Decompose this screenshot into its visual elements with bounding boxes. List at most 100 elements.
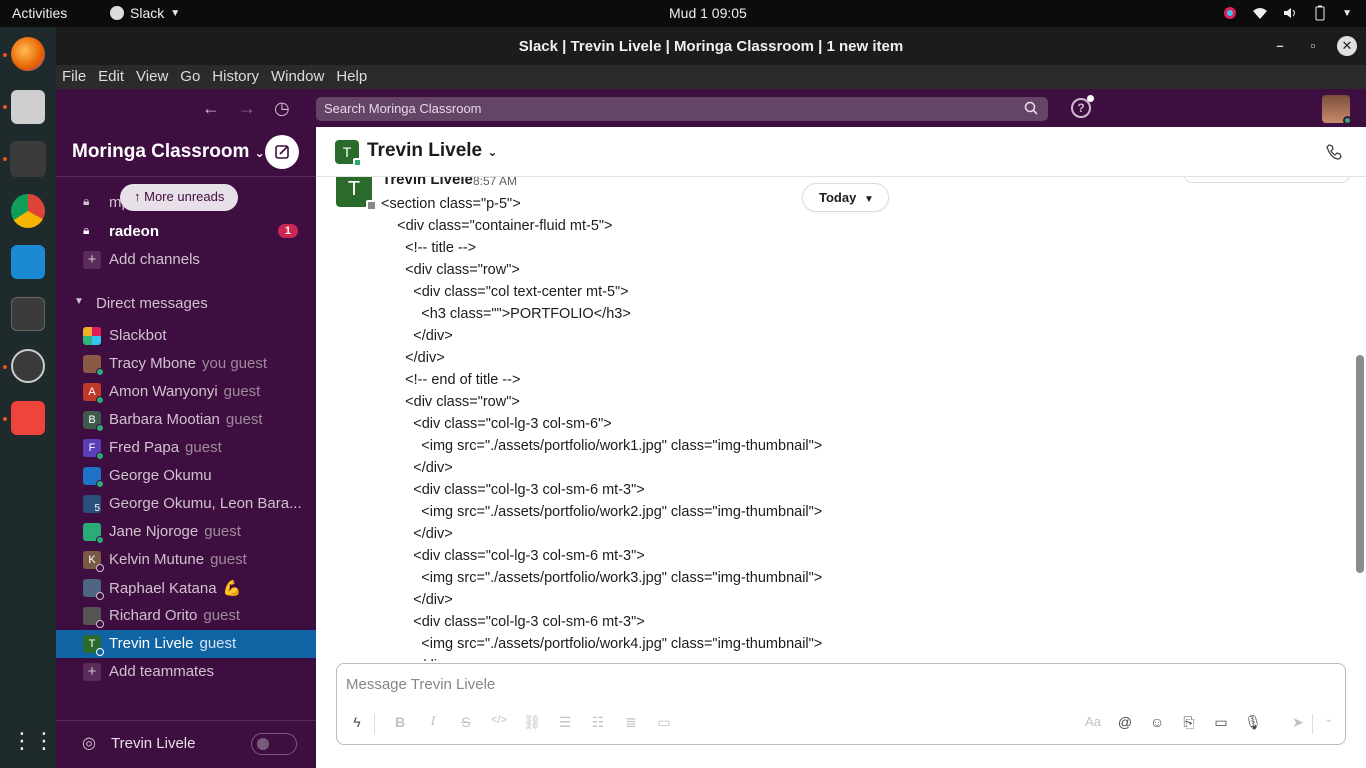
- huddle-name: Trevin Livele: [111, 735, 196, 752]
- software-center-icon[interactable]: [11, 349, 45, 383]
- code-line: <h3 class="">PORTFOLIO</h3>: [381, 306, 631, 322]
- date-divider-label: Today: [819, 190, 857, 205]
- date-divider-button[interactable]: Today ▼: [802, 183, 889, 212]
- app-menu[interactable]: Slack ▼: [110, 5, 180, 21]
- slack-dock-icon[interactable]: [10, 141, 46, 177]
- chevron-down-icon[interactable]: ⌄: [1319, 714, 1339, 725]
- message-time[interactable]: 8:57 AM: [473, 177, 517, 188]
- search-bar[interactable]: Search Moringa Classroom: [316, 97, 1048, 121]
- clock[interactable]: Mud 1 09:05: [669, 5, 747, 21]
- forward-arrow-icon[interactable]: →: [238, 98, 256, 119]
- code-icon[interactable]: </>: [489, 714, 509, 726]
- channel-item-radeon[interactable]: 🔒︎ radeon 1: [56, 218, 316, 246]
- compose-button[interactable]: [265, 135, 299, 169]
- vscode-icon[interactable]: [11, 245, 45, 279]
- terminal-icon[interactable]: [11, 297, 45, 331]
- user-avatar[interactable]: [1322, 95, 1352, 125]
- blockquote-icon[interactable]: ≣: [621, 714, 641, 731]
- more-unreads-button[interactable]: ↑ More unreads: [120, 184, 239, 211]
- compose-icon: [275, 145, 289, 159]
- menu-edit[interactable]: Edit: [92, 65, 130, 89]
- running-indicator: [3, 365, 7, 369]
- shortcuts-icon[interactable]: ϟ: [347, 714, 367, 730]
- code-line: <!-- title -->: [381, 240, 477, 256]
- dm-name: Slackbot: [109, 327, 167, 344]
- close-button[interactable]: ✕: [1337, 36, 1357, 56]
- dm-item-group[interactable]: 5 George Okumu, Leon Bara...: [56, 490, 316, 518]
- phone-icon[interactable]: [1324, 142, 1344, 162]
- menu-window[interactable]: Window: [265, 65, 330, 89]
- slack-tray-icon[interactable]: [1222, 5, 1238, 21]
- chrome-icon[interactable]: [11, 194, 45, 228]
- dm-section-header[interactable]: ▼ Direct messages: [56, 290, 316, 318]
- scrollbar[interactable]: [1356, 355, 1364, 573]
- ordered-list-icon[interactable]: ☰: [555, 714, 575, 731]
- message-composer[interactable]: Message Trevin Livele ϟ B I S </> ⛓︎ ☰ ☷…: [336, 663, 1346, 745]
- maximize-button[interactable]: ▫: [1303, 36, 1323, 56]
- menu-bar: File Edit View Go History Window Help: [56, 65, 1366, 89]
- message-list: T Trevin Livele 8:57 AM <section class="…: [316, 177, 1366, 661]
- system-tray[interactable]: ▼: [1222, 5, 1352, 21]
- dm-item-richard-orito[interactable]: Richard Orito guest: [56, 602, 316, 630]
- message-avatar[interactable]: T: [336, 177, 377, 211]
- code-block-icon[interactable]: ▭: [654, 714, 674, 731]
- help-icon[interactable]: ?: [1071, 95, 1094, 118]
- menu-view[interactable]: View: [130, 65, 174, 89]
- italic-icon[interactable]: I: [423, 714, 443, 730]
- dm-item-amon-wanyonyi[interactable]: A Amon Wanyonyi guest: [56, 378, 316, 406]
- dm-item-barbara-mootian[interactable]: B Barbara Mootian guest: [56, 406, 316, 434]
- video-icon[interactable]: ▭: [1211, 714, 1231, 731]
- workspace-menu[interactable]: Moringa Classroom ⌄: [72, 141, 265, 163]
- slack-icon: [110, 6, 124, 20]
- menu-go[interactable]: Go: [174, 65, 206, 89]
- headphones-icon: ◎: [82, 735, 96, 752]
- anydesk-icon[interactable]: [11, 401, 45, 435]
- channel-name-button[interactable]: Trevin Livele ⌄: [367, 140, 497, 162]
- show-apps-icon[interactable]: ⋮⋮: [11, 724, 55, 758]
- microphone-icon[interactable]: 🎙︎: [1243, 714, 1263, 731]
- files-icon[interactable]: [11, 90, 45, 124]
- dm-item-tracy-mbone[interactable]: Tracy Mbone you guest: [56, 350, 316, 378]
- menu-help[interactable]: Help: [330, 65, 373, 89]
- avatar: F: [83, 439, 104, 460]
- mention-icon[interactable]: @: [1115, 714, 1135, 730]
- back-arrow-icon[interactable]: ←: [202, 98, 220, 119]
- link-icon[interactable]: ⛓︎: [522, 714, 542, 731]
- unread-badge: 1: [277, 224, 298, 238]
- more-unreads-label: More unreads: [144, 189, 225, 204]
- avatar: A: [83, 383, 104, 404]
- emoji-icon[interactable]: ☺: [1147, 714, 1167, 730]
- strikethrough-icon[interactable]: S: [456, 714, 476, 730]
- dm-item-jane-njoroge[interactable]: Jane Njoroge guest: [56, 518, 316, 546]
- menu-history[interactable]: History: [206, 65, 265, 89]
- activities-button[interactable]: Activities: [12, 5, 67, 21]
- dm-item-fred-papa[interactable]: F Fred Papa guest: [56, 434, 316, 462]
- firefox-icon[interactable]: [11, 37, 45, 71]
- formatting-icon[interactable]: Aa: [1083, 714, 1103, 729]
- menu-file[interactable]: File: [56, 65, 92, 89]
- dm-name: Kelvin Mutune: [109, 551, 205, 568]
- message-author[interactable]: Trevin Livele: [382, 177, 473, 188]
- window-titlebar[interactable]: Slack | Trevin Livele | Moringa Classroo…: [56, 27, 1366, 65]
- attachment-icon[interactable]: ⎘: [1179, 714, 1199, 731]
- history-icon[interactable]: ◷: [274, 98, 290, 119]
- dm-item-raphael-katana[interactable]: Raphael Katana 💪: [56, 574, 316, 602]
- os-top-bar: Activities Slack ▼ Mud 1 09:05 ▼: [0, 0, 1366, 27]
- dm-item-slackbot[interactable]: Slackbot: [56, 322, 316, 350]
- add-teammates-button[interactable]: + Add teammates: [56, 658, 316, 686]
- presence-dot: [366, 200, 377, 211]
- dm-item-george-okumu[interactable]: George Okumu: [56, 462, 316, 490]
- add-channels-button[interactable]: + Add channels: [56, 246, 316, 274]
- bulleted-list-icon[interactable]: ☷: [588, 714, 608, 731]
- huddle-toggle[interactable]: [251, 733, 297, 755]
- minimize-button[interactable]: –: [1270, 36, 1290, 56]
- bold-icon[interactable]: B: [390, 714, 410, 730]
- dm-item-kelvin-mutune[interactable]: K Kelvin Mutune guest: [56, 546, 316, 574]
- running-indicator: [3, 105, 7, 109]
- chevron-down-icon: ▼: [863, 194, 874, 205]
- presence-dot: [1343, 116, 1352, 125]
- dm-name: Jane Njoroge: [109, 523, 199, 540]
- code-line: <section class="p-5">: [381, 196, 521, 212]
- dm-item-trevin-livele[interactable]: T Trevin Livele guest: [56, 630, 316, 658]
- send-icon[interactable]: ➤: [1288, 714, 1308, 731]
